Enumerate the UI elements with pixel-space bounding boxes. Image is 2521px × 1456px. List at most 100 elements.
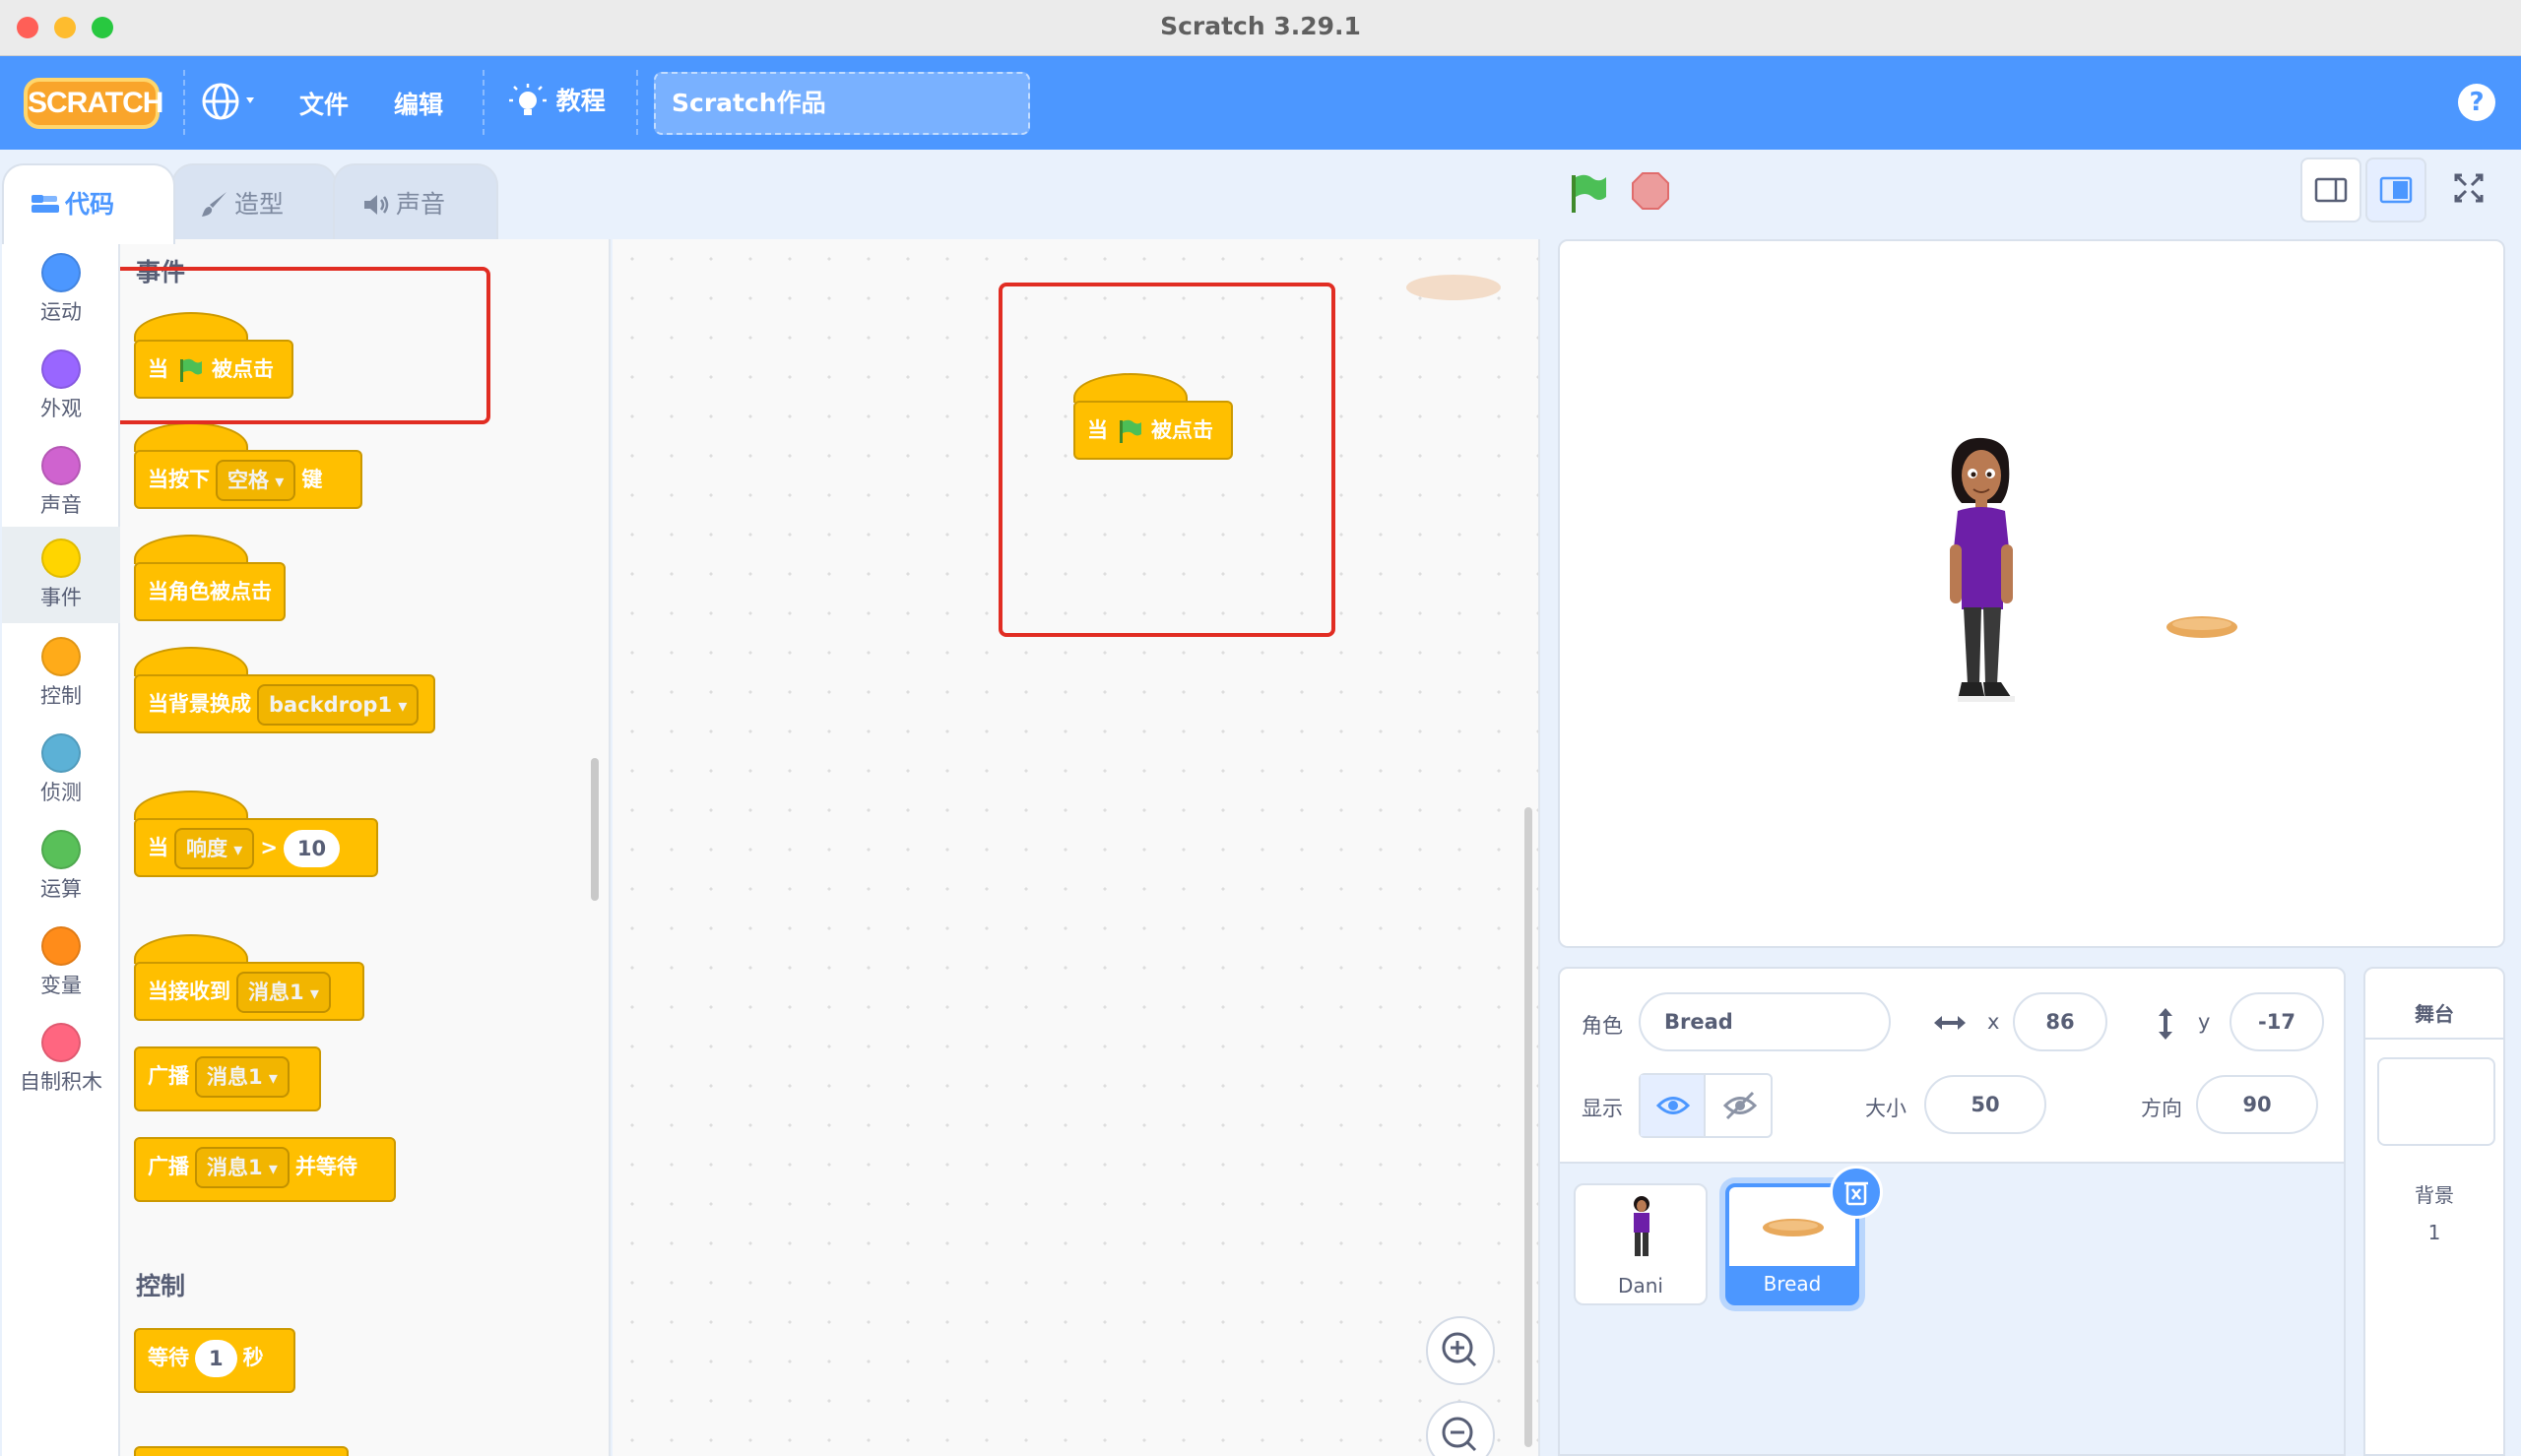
- tab-costumes-label: 造型: [234, 190, 285, 219]
- category-label: 侦测: [40, 781, 82, 804]
- threshold-input[interactable]: 10: [283, 830, 341, 867]
- palette-scrollbar[interactable]: [591, 758, 599, 901]
- block-text: 当接收到: [148, 980, 230, 1003]
- direction-input[interactable]: 90: [2196, 1075, 2318, 1134]
- help-button[interactable]: ?: [2458, 84, 2495, 121]
- tab-costumes[interactable]: 造型: [171, 163, 337, 242]
- category-sound[interactable]: 声音: [2, 434, 120, 531]
- category-operators[interactable]: 运算: [2, 818, 120, 915]
- highlight-box: [120, 267, 490, 424]
- hide-button[interactable]: [1708, 1075, 1773, 1136]
- key-dropdown[interactable]: 空格: [216, 460, 296, 501]
- category-dot: [41, 1023, 81, 1062]
- green-flag-button[interactable]: [1566, 171, 1609, 215]
- message-dropdown[interactable]: 消息1: [195, 1147, 290, 1188]
- delete-sprite-button[interactable]: [1830, 1166, 1883, 1219]
- show-button[interactable]: [1641, 1075, 1706, 1136]
- sprite-name-input[interactable]: Bread: [1639, 992, 1891, 1051]
- zoom-in-button[interactable]: [1426, 1316, 1495, 1385]
- scratch-logo[interactable]: SCRATCH: [24, 78, 163, 129]
- when-backdrop-switches-block[interactable]: 当背景换成 backdrop1: [134, 674, 435, 733]
- block-palette: 事件 当被点击 当按下空格键 当角色被点击 当背景换成backdrop1 当响度…: [120, 239, 611, 1456]
- block-text: 秒: [242, 1346, 264, 1369]
- when-sprite-clicked-block[interactable]: 当角色被点击: [134, 562, 286, 621]
- block-text: 并等待: [294, 1155, 357, 1178]
- y-label: y: [2198, 1010, 2211, 1034]
- broadcast-block[interactable]: 广播 消息1: [134, 1046, 321, 1111]
- normal-stage-button[interactable]: [2365, 158, 2426, 222]
- sprite-dani-icon[interactable]: [1932, 434, 2031, 720]
- seconds-input[interactable]: 1: [195, 1340, 237, 1377]
- size-label: 大小: [1865, 1097, 1907, 1120]
- edit-menu[interactable]: 编辑: [394, 86, 443, 121]
- category-dot: [41, 253, 81, 292]
- fullscreen-icon: [2454, 173, 2484, 203]
- when-key-pressed-block[interactable]: 当按下空格键: [134, 450, 362, 509]
- x-input[interactable]: 86: [2013, 992, 2107, 1051]
- category-looks[interactable]: 外观: [2, 338, 120, 434]
- backdrop-label: 背景: [2415, 1183, 2454, 1207]
- block-text: 广播: [148, 1064, 189, 1088]
- window-titlebar: Scratch 3.29.1: [0, 0, 2521, 56]
- broadcast-and-wait-block[interactable]: 广播消息1并等待: [134, 1137, 396, 1202]
- sprite-tile-dani[interactable]: Dani: [1574, 1183, 1708, 1305]
- tab-code[interactable]: 代码: [2, 163, 175, 244]
- dani-thumbnail-icon: [1634, 1196, 1649, 1256]
- category-my-blocks[interactable]: 自制积木: [2, 1011, 120, 1108]
- workspace-scrollbar[interactable]: [1524, 807, 1532, 1447]
- zoom-out-button[interactable]: [1426, 1401, 1495, 1456]
- category-motion[interactable]: 运动: [2, 241, 120, 338]
- when-receive-block[interactable]: 当接收到 消息1: [134, 962, 364, 1021]
- show-label: 显示: [1582, 1097, 1623, 1120]
- category-dot: [41, 926, 81, 966]
- size-input[interactable]: 50: [1924, 1075, 2046, 1134]
- control-heading: 控制: [136, 1272, 186, 1300]
- block-text: 广播: [148, 1155, 189, 1178]
- category-events[interactable]: 事件: [2, 527, 120, 623]
- file-menu[interactable]: 文件: [299, 86, 349, 121]
- stage-divider: [2365, 1038, 2503, 1040]
- category-sensing[interactable]: 侦测: [2, 722, 120, 818]
- highlight-box: [999, 283, 1335, 637]
- when-greater-than-block[interactable]: 当响度>10: [134, 818, 378, 877]
- wait-seconds-block[interactable]: 等待 1 秒: [134, 1328, 295, 1393]
- next-block-partial[interactable]: [134, 1446, 349, 1456]
- block-text: 当背景换成: [148, 692, 251, 716]
- sprite-bread-icon[interactable]: [2165, 614, 2239, 640]
- category-label: 运动: [40, 300, 82, 324]
- message-dropdown[interactable]: 消息1: [195, 1056, 290, 1098]
- backdrop-dropdown[interactable]: backdrop1: [257, 684, 420, 726]
- lightbulb-icon: [509, 84, 547, 115]
- code-workspace[interactable]: 当被点击: [613, 239, 1540, 1456]
- message-dropdown[interactable]: 消息1: [236, 972, 331, 1013]
- category-dot: [41, 446, 81, 485]
- category-control[interactable]: 控制: [2, 625, 120, 722]
- category-variables[interactable]: 变量: [2, 915, 120, 1011]
- y-input[interactable]: -17: [2230, 992, 2324, 1051]
- category-label: 运算: [40, 877, 82, 901]
- direction-label: 方向: [2141, 1097, 2182, 1120]
- tab-sounds[interactable]: 声音: [333, 163, 498, 242]
- category-label: 外观: [40, 397, 82, 420]
- paintbrush-icon: [202, 192, 226, 217]
- sprite-tile-bread[interactable]: Bread: [1725, 1166, 1883, 1305]
- tutorials-label: 教程: [555, 87, 606, 115]
- stage-selector[interactable]: 舞台 背景 1: [2363, 967, 2505, 1456]
- stage-title: 舞台: [2415, 1002, 2454, 1026]
- stop-button[interactable]: [1631, 171, 1670, 211]
- small-stage-button[interactable]: [2300, 158, 2361, 222]
- project-title-input[interactable]: Scratch作品: [654, 72, 1030, 135]
- menu-divider: [483, 70, 485, 135]
- language-menu[interactable]: [201, 80, 262, 131]
- sensor-dropdown[interactable]: 响度: [174, 828, 255, 869]
- tutorials-button[interactable]: 教程: [508, 82, 606, 122]
- category-label: 控制: [40, 684, 82, 708]
- fullscreen-button[interactable]: [2440, 158, 2501, 222]
- backdrop-thumbnail[interactable]: [2377, 1057, 2495, 1146]
- hat-cap: [134, 934, 248, 964]
- bread-thumbnail-icon: [1763, 1219, 1824, 1236]
- category-dot: [41, 733, 81, 773]
- block-text: 当按下: [148, 468, 210, 491]
- stage-canvas[interactable]: [1558, 239, 2505, 948]
- horizontal-arrows-icon: [1934, 1016, 1966, 1030]
